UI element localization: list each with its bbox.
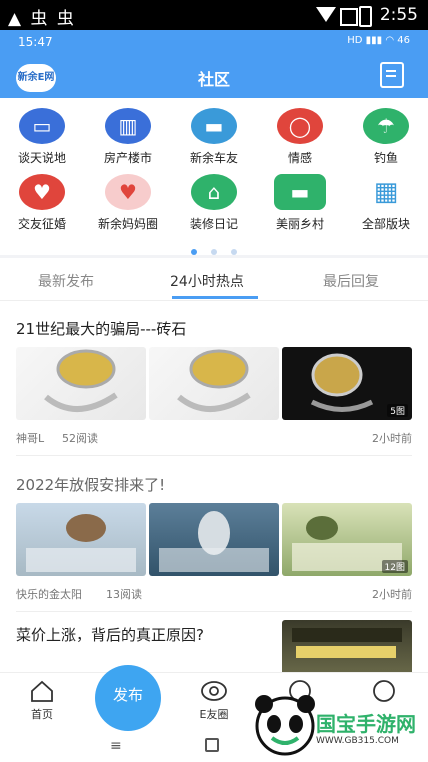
category-village[interactable]: ▬ 美丽乡村 xyxy=(258,174,342,232)
category-all[interactable]: ▦ 全部版块 xyxy=(344,174,428,232)
post-title[interactable]: 21世纪最大的骗局---砖石 xyxy=(16,318,186,339)
publish-label: 发布 xyxy=(112,686,143,704)
category-fishing[interactable]: ☂ 钓鱼 xyxy=(344,108,428,166)
building-icon: ▥ xyxy=(105,108,151,144)
category-mothers[interactable]: ♥ 新余妈妈圈 xyxy=(86,174,170,232)
panda-logo-icon xyxy=(255,695,315,756)
category-emotion[interactable]: ◯ 情感 xyxy=(258,108,342,166)
divider xyxy=(0,255,428,258)
divider xyxy=(16,455,412,456)
umbrella-icon: ☂ xyxy=(363,108,409,144)
home-icon xyxy=(31,680,53,702)
sim-icon xyxy=(340,8,358,26)
battery-icon xyxy=(359,6,372,27)
menu-icon[interactable]: ≡ xyxy=(110,738,122,754)
post-time: 2小时前 xyxy=(372,588,412,601)
nav-home[interactable]: 首页 xyxy=(12,679,72,722)
image-count-badge: 12图 xyxy=(381,560,408,573)
heart-icon: ◯ xyxy=(277,108,323,144)
post-image[interactable] xyxy=(16,347,146,420)
wifi-icon xyxy=(316,7,336,22)
grid-icon: ▦ xyxy=(373,177,399,207)
post-author[interactable]: 快乐的金太阳 xyxy=(16,586,82,602)
post-image[interactable]: 5图 xyxy=(282,347,412,420)
post-reads: 52阅读 xyxy=(62,432,98,445)
watermark-url: WWW.GB315.COM xyxy=(316,736,399,746)
watermark-brand: 国宝手游网 xyxy=(316,712,416,736)
publish-button[interactable]: 发布 xyxy=(95,665,161,731)
car-icon: ▬ xyxy=(191,108,237,144)
post-image[interactable] xyxy=(16,503,146,576)
post-image[interactable] xyxy=(149,503,279,576)
system-status-bar: ▲ 虫 虫 2:55 xyxy=(0,0,428,30)
category-decoration[interactable]: ⌂ 装修日记 xyxy=(172,174,256,232)
inner-battery: HD ▮▮▮ ◠ 46 xyxy=(347,35,410,46)
nav-efriends-label: E友圈 xyxy=(199,708,229,721)
post-reads: 13阅读 xyxy=(106,588,142,601)
category-dating[interactable]: ♥ 交友征婚 xyxy=(0,174,84,232)
post-time: 2小时前 xyxy=(372,432,412,445)
post-image[interactable] xyxy=(282,620,412,676)
chat-icon: ▭ xyxy=(19,108,65,144)
watermark: 国宝手游网 WWW.GB315.COM xyxy=(250,690,426,760)
image-count-badge: 5图 xyxy=(387,404,408,417)
app-header: 15:47 HD ▮▮▮ ◠ 46 新余E网 社区 xyxy=(0,30,428,98)
house-icon: ⌂ xyxy=(191,174,237,210)
post-author[interactable]: 神哥L xyxy=(16,430,44,446)
post-image[interactable]: 12图 xyxy=(282,503,412,576)
post-title[interactable]: 2022年放假安排来了! xyxy=(16,474,165,495)
nav-efriends[interactable]: E友圈 xyxy=(184,679,244,722)
eye-icon xyxy=(201,681,227,701)
category-chat[interactable]: ▭ 谈天说地 xyxy=(0,108,84,166)
category-realestate[interactable]: ▥ 房产楼市 xyxy=(86,108,170,166)
inner-status-time: 15:47 xyxy=(18,35,53,49)
status-left-icons: ▲ 虫 虫 xyxy=(8,9,76,29)
tab-latest[interactable]: 最新发布 xyxy=(38,271,94,291)
tab-active-indicator xyxy=(172,296,258,299)
couple-icon: ♥ xyxy=(19,174,65,210)
post-title[interactable]: 菜价上涨，背后的真正原因? xyxy=(16,624,204,645)
divider xyxy=(0,300,428,301)
tab-last-reply[interactable]: 最后回复 xyxy=(323,271,379,291)
divider xyxy=(16,611,412,612)
bus-icon: ▬ xyxy=(274,174,326,210)
nav-home-label: 首页 xyxy=(31,708,53,721)
home-square-icon[interactable] xyxy=(205,738,219,752)
tab-24h-hot[interactable]: 24小时热点 xyxy=(170,271,244,291)
post-image[interactable] xyxy=(149,347,279,420)
page-title: 社区 xyxy=(197,70,230,89)
compose-icon[interactable] xyxy=(380,62,404,88)
mother-icon: ♥ xyxy=(105,174,151,210)
status-time: 2:55 xyxy=(379,5,418,25)
category-car[interactable]: ▬ 新余车友 xyxy=(172,108,256,166)
